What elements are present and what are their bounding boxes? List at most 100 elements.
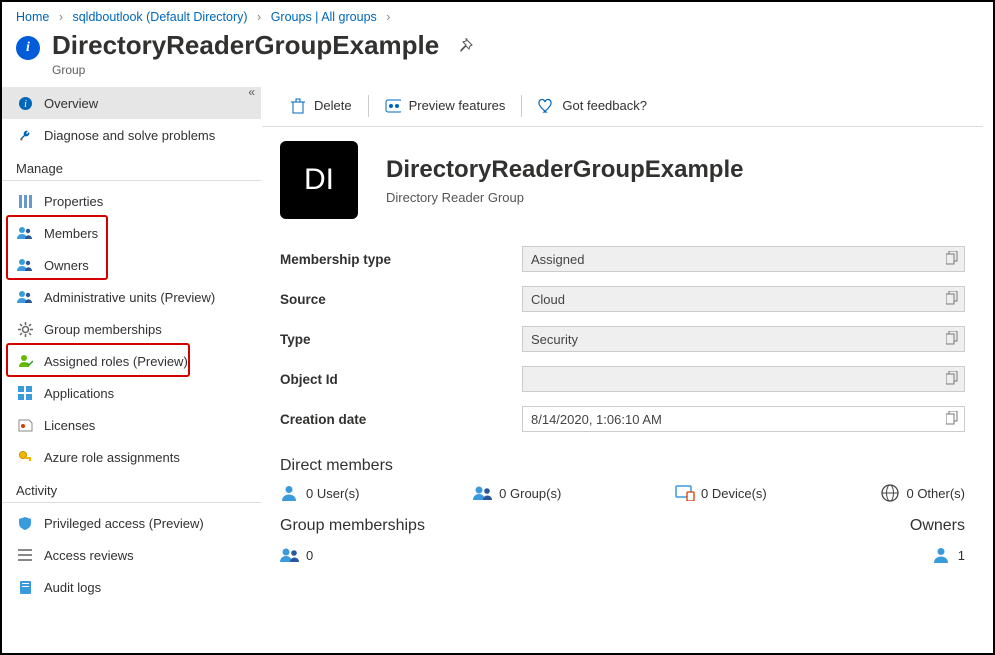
button-label: Got feedback? [562,98,647,113]
license-icon [16,416,34,434]
sidebar-item-members[interactable]: Members [2,217,261,249]
sidebar-item-overview[interactable]: i Overview [2,87,261,119]
breadcrumb-home[interactable]: Home [16,10,49,24]
copy-icon[interactable] [946,291,958,305]
sidebar-item-licenses[interactable]: Licenses [2,409,261,441]
collapse-sidebar-icon[interactable]: « [248,85,255,99]
sidebar-section-activity: Activity [2,473,261,503]
group-avatar: DI [280,141,358,219]
sidebar-item-audit-logs[interactable]: Audit logs [2,571,261,603]
stat-count: 1 [958,548,965,563]
prop-label-source: Source [280,292,522,307]
prop-value-membership-type[interactable]: Assigned [522,246,965,272]
prop-label-membership-type: Membership type [280,252,522,267]
device-icon [675,483,695,503]
sidebar-item-label: Azure role assignments [44,450,180,465]
sidebar-item-label: Licenses [44,418,95,433]
person-icon [280,483,300,503]
sidebar-item-properties[interactable]: Properties [2,185,261,217]
stat-count: 0 [906,486,913,501]
prop-value-object-id[interactable] [522,366,965,392]
prop-text: Security [531,332,578,347]
stat-count: 0 [306,548,313,563]
breadcrumb-directory[interactable]: sqldboutlook (Default Directory) [72,10,247,24]
apps-icon [16,384,34,402]
sidebar-item-label: Applications [44,386,114,401]
sidebar-item-admin-units[interactable]: Administrative units (Preview) [2,281,261,313]
prop-value-source[interactable]: Cloud [522,286,965,312]
toolbar: Delete Preview features Got feedback? [262,85,983,127]
shield-icon [16,514,34,532]
prop-value-type[interactable]: Security [522,326,965,352]
stat-users[interactable]: 0 User(s) [280,483,359,503]
sidebar-item-privileged-access[interactable]: Privileged access (Preview) [2,507,261,539]
page-header: i DirectoryReaderGroupExample Group [2,28,993,85]
breadcrumb-groups[interactable]: Groups | All groups [271,10,377,24]
person-icon [932,545,952,565]
properties-panel: Membership type Assigned Source Cloud Ty… [262,225,983,439]
copy-icon[interactable] [946,331,958,345]
sidebar-item-label: Assigned roles (Preview) [44,354,188,369]
sidebar-section-manage: Manage [2,151,261,181]
sidebar-item-label: Access reviews [44,548,134,563]
button-label: Delete [314,98,352,113]
sidebar-item-diagnose[interactable]: Diagnose and solve problems [2,119,261,151]
stat-count: 0 [499,486,506,501]
chevron-right-icon: › [380,10,396,24]
copy-icon[interactable] [946,411,958,425]
pin-icon[interactable] [457,38,473,54]
person-check-icon [16,352,34,370]
trash-icon [290,98,306,114]
stat-owners[interactable]: 1 [910,545,965,565]
sidebar-item-assigned-roles[interactable]: Assigned roles (Preview) [2,345,261,377]
copy-icon[interactable] [946,251,958,265]
stat-group-memberships[interactable]: 0 [280,545,425,565]
stat-label: User(s) [317,486,360,501]
owners-heading: Owners [910,517,965,535]
delete-button[interactable]: Delete [280,91,362,121]
entity-header: DI DirectoryReaderGroupExample Directory… [262,127,983,225]
copy-icon[interactable] [946,371,958,385]
wrench-icon [16,126,34,144]
sidebar-item-owners[interactable]: Owners [2,249,261,281]
sidebar-item-group-memberships[interactable]: Group memberships [2,313,261,345]
stat-devices[interactable]: 0 Device(s) [675,483,767,503]
sidebar-item-label: Owners [44,258,89,273]
prop-label-type: Type [280,332,522,347]
info-icon: i [16,36,40,60]
sidebar-item-label: Overview [44,96,98,111]
gear-icon [16,320,34,338]
stat-others[interactable]: 0 Other(s) [880,483,965,503]
page-subtitle: Group [52,63,439,77]
preview-features-button[interactable]: Preview features [375,91,516,121]
button-label: Preview features [409,98,506,113]
prop-label-object-id: Object Id [280,372,522,387]
globe-icon [880,483,900,503]
sidebar-item-label: Administrative units (Preview) [44,290,215,305]
sidebar-item-label: Audit logs [44,580,101,595]
sidebar-item-label: Members [44,226,98,241]
sidebar-item-azure-roles[interactable]: Azure role assignments [2,441,261,473]
stat-count: 0 [306,486,313,501]
stat-label: Group(s) [510,486,561,501]
stat-label: Other(s) [917,486,965,501]
stat-count: 0 [701,486,708,501]
sidebar-item-label: Privileged access (Preview) [44,516,204,531]
prop-label-creation-date: Creation date [280,412,522,427]
feedback-button[interactable]: Got feedback? [528,91,657,121]
prop-text: Cloud [531,292,565,307]
stat-groups[interactable]: 0 Group(s) [473,483,561,503]
svg-text:i: i [24,99,27,110]
prop-text: Assigned [531,252,584,267]
toolbar-separator [368,95,369,117]
toolbar-separator [521,95,522,117]
people-icon [16,224,34,242]
stat-label: Device(s) [712,486,767,501]
sidebar-item-label: Properties [44,194,103,209]
sidebar-item-access-reviews[interactable]: Access reviews [2,539,261,571]
prop-value-creation-date[interactable]: 8/14/2020, 1:06:10 AM [522,406,965,432]
direct-members-heading: Direct members [262,439,983,483]
sidebar-item-applications[interactable]: Applications [2,377,261,409]
people-icon [280,545,300,565]
people-icon [16,288,34,306]
